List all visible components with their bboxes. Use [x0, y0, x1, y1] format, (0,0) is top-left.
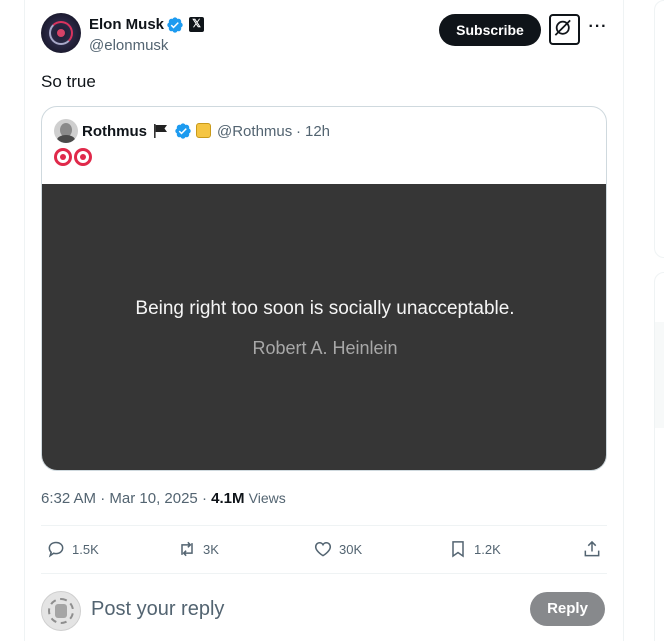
- quoted-author-avatar[interactable]: [54, 119, 78, 143]
- direct-hit-icon: [54, 148, 72, 166]
- reply-input[interactable]: Post your reply: [91, 598, 224, 621]
- author-avatar[interactable]: [41, 13, 81, 53]
- avatar-body: [57, 135, 75, 143]
- heart-icon: [314, 541, 332, 557]
- quoted-image[interactable]: Being right too soon is socially unaccep…: [42, 184, 606, 470]
- gold-affiliate-badge-icon[interactable]: [196, 123, 211, 138]
- quoted-verified-badge-icon[interactable]: [174, 122, 192, 140]
- grok-icon[interactable]: [549, 14, 580, 45]
- quoted-author-name[interactable]: Rothmus: [82, 123, 147, 140]
- reply-count: 1.5K: [72, 541, 99, 557]
- sidebar-card-highlight: [655, 322, 664, 428]
- bookmark-icon: [452, 541, 464, 558]
- quoted-tweet-text: [54, 148, 92, 168]
- bookmark-button[interactable]: 1.2K: [448, 538, 501, 560]
- repost-count: 3K: [203, 541, 219, 557]
- divider: [41, 525, 607, 526]
- views-label: Views: [248, 490, 286, 506]
- quoted-author-handle[interactable]: @Rothmus: [217, 123, 292, 140]
- tweet-text: So true: [41, 72, 96, 91]
- column-border-left: [24, 0, 25, 641]
- reply-button[interactable]: 1.5K: [46, 538, 99, 560]
- blackhole-avatar-core: [57, 29, 65, 37]
- repost-button[interactable]: 3K: [177, 538, 219, 560]
- column-border-right: [623, 0, 624, 641]
- image-quote-text: Being right too soon is socially unaccep…: [135, 298, 515, 319]
- meta-separator: ·: [201, 490, 207, 507]
- avatar-seal-center: [55, 604, 67, 618]
- author-name[interactable]: Elon Musk: [89, 16, 164, 33]
- bookmark-count: 1.2K: [474, 541, 501, 557]
- divider: [41, 573, 607, 574]
- subscribe-button[interactable]: Subscribe: [439, 14, 541, 46]
- sidebar-card-top: [654, 0, 664, 258]
- black-flag-icon: [154, 124, 167, 138]
- tweet-date[interactable]: Mar 10, 2025: [109, 490, 197, 507]
- quoted-tweet[interactable]: Rothmus @Rothmus · 12h Being right too s…: [41, 106, 607, 471]
- views-count[interactable]: 4.1M: [211, 490, 244, 507]
- quoted-timestamp[interactable]: 12h: [305, 123, 330, 140]
- reply-icon: [48, 541, 64, 558]
- tweet-time[interactable]: 6:32 AM: [41, 490, 96, 507]
- more-options-icon[interactable]: ···: [587, 18, 609, 40]
- meta-separator: ·: [100, 490, 106, 507]
- image-quote-author: Robert A. Heinlein: [252, 338, 398, 358]
- direct-hit-icon: [74, 148, 92, 166]
- like-count: 30K: [339, 541, 363, 557]
- repost-icon: [181, 541, 193, 557]
- share-button[interactable]: [582, 538, 608, 560]
- quoted-separator: ·: [296, 123, 301, 140]
- x-affiliate-badge-icon[interactable]: 𝕏: [189, 17, 204, 32]
- share-icon: [584, 540, 600, 557]
- verified-badge-icon[interactable]: [166, 16, 184, 34]
- reply-submit-button[interactable]: Reply: [530, 592, 605, 626]
- tweet-meta: 6:32 AM · Mar 10, 2025 · 4.1M Views: [41, 490, 286, 507]
- current-user-avatar[interactable]: [41, 591, 81, 631]
- author-handle[interactable]: @elonmusk: [89, 37, 168, 54]
- like-button[interactable]: 30K: [313, 538, 362, 560]
